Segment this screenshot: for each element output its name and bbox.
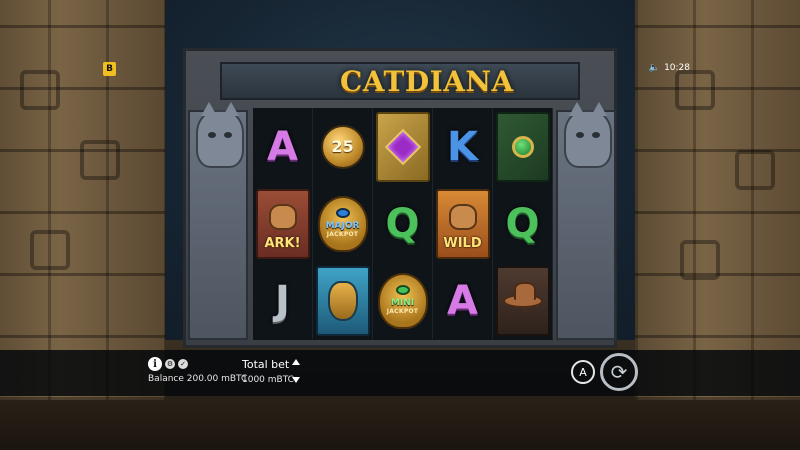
pillar-glyph — [20, 70, 60, 110]
info-icon[interactable]: i — [148, 357, 162, 371]
symbol-label: ARK! — [264, 235, 301, 251]
stone-pillar-right — [635, 0, 800, 400]
spin-arrows-icon: ⟳ — [610, 360, 628, 384]
fedora-hat-icon — [502, 281, 543, 308]
symbol-letter-q: Q — [505, 200, 540, 247]
cat-eye — [224, 132, 232, 138]
reel-cell: A — [253, 108, 313, 185]
total-bet-value: 1000 mBTC — [242, 375, 294, 385]
purple-gem-icon — [384, 128, 421, 165]
control-bar — [0, 350, 800, 396]
reel-cell: J — [253, 262, 313, 339]
symbol-coin: 25 — [320, 124, 365, 169]
brand-badge[interactable]: B — [103, 62, 116, 76]
game-logo: CATDIANA — [340, 65, 514, 98]
cat-character-icon — [448, 203, 477, 230]
checkmark-icon[interactable]: ✓ — [178, 359, 188, 369]
reel-cell: A — [433, 262, 493, 339]
cat-statue-head — [564, 102, 612, 168]
symbol-hat-card — [495, 265, 550, 336]
symbol-letter-q: Q — [385, 200, 420, 247]
speaker-icon[interactable]: 🔈 — [648, 63, 659, 73]
symbol-wild-character: WILD — [435, 188, 490, 259]
autoplay-button[interactable]: A — [571, 360, 595, 384]
jackpot-tier-label: MAJOR — [325, 221, 360, 231]
cat-statue-right — [556, 102, 616, 340]
total-bet-label: Total bet — [242, 358, 290, 371]
cat-eye — [208, 132, 216, 138]
reel-cell — [493, 108, 553, 185]
cat-eye — [592, 132, 600, 138]
pillar-glyph — [680, 240, 720, 280]
pillar-glyph — [675, 70, 715, 110]
cat-eye — [576, 132, 584, 138]
symbol-green-gem-card — [495, 111, 550, 182]
jackpot-tier-label: MINI — [390, 298, 415, 308]
pillar-glyph — [735, 150, 775, 190]
reel-cell — [313, 262, 373, 339]
pillar-glyph — [80, 140, 120, 180]
reel-grid: A 25 K ARK! MAJOR JACKPOT Q WILD Q J MINI JACKPOT A — [253, 108, 553, 340]
symbol-cat-mask-card — [315, 265, 370, 336]
symbol-purple-gem-card — [375, 111, 430, 182]
reel-cell: WILD — [433, 185, 493, 262]
cat-mask-icon — [327, 280, 358, 321]
reel-cell: K — [433, 108, 493, 185]
reel-cell: MINI JACKPOT — [373, 262, 433, 339]
green-gem-icon — [511, 135, 534, 158]
eye-icon — [335, 208, 350, 218]
reel-cell: 25 — [313, 108, 373, 185]
symbol-label: WILD — [443, 235, 482, 251]
reel-cell: Q — [373, 185, 433, 262]
spin-button[interactable]: ⟳ — [600, 353, 638, 391]
cat-statue-left — [188, 102, 248, 340]
reel-cell — [373, 108, 433, 185]
info-icons-group: i ⚙ ✓ — [148, 357, 188, 371]
balance-display: Balance 200.00 mBTC — [148, 374, 248, 384]
jackpot-label: JACKPOT — [326, 231, 359, 238]
symbol-letter-a: A — [447, 277, 478, 324]
top-right-status: 🔈 10:28 — [648, 63, 690, 73]
reel-cell: ARK! — [253, 185, 313, 262]
bet-decrease-icon[interactable] — [292, 377, 300, 383]
game-scene: CATDIANA A 25 K ARK! MAJOR JACKPOT Q WILD Q J MINI… — [0, 0, 800, 450]
symbol-letter-k: K — [447, 123, 478, 170]
clock: 10:28 — [664, 63, 690, 73]
reel-cell: Q — [493, 185, 553, 262]
pillar-glyph — [30, 230, 70, 270]
eye-icon — [395, 285, 410, 295]
reel-cell — [493, 262, 553, 339]
settings-icon[interactable]: ⚙ — [165, 359, 175, 369]
reel-cell: MAJOR JACKPOT — [313, 185, 373, 262]
symbol-mini-jackpot: MINI JACKPOT — [377, 272, 428, 329]
jackpot-label: JACKPOT — [386, 308, 419, 315]
cat-character-icon — [268, 203, 297, 230]
symbol-ark-character: ARK! — [255, 188, 310, 259]
symbol-letter-j: J — [275, 277, 290, 324]
bet-increase-icon[interactable] — [292, 359, 300, 365]
symbol-major-jackpot: MAJOR JACKPOT — [317, 195, 368, 252]
symbol-letter-a: A — [267, 123, 298, 170]
cat-statue-head — [196, 102, 244, 168]
stone-pillar-left — [0, 0, 165, 400]
